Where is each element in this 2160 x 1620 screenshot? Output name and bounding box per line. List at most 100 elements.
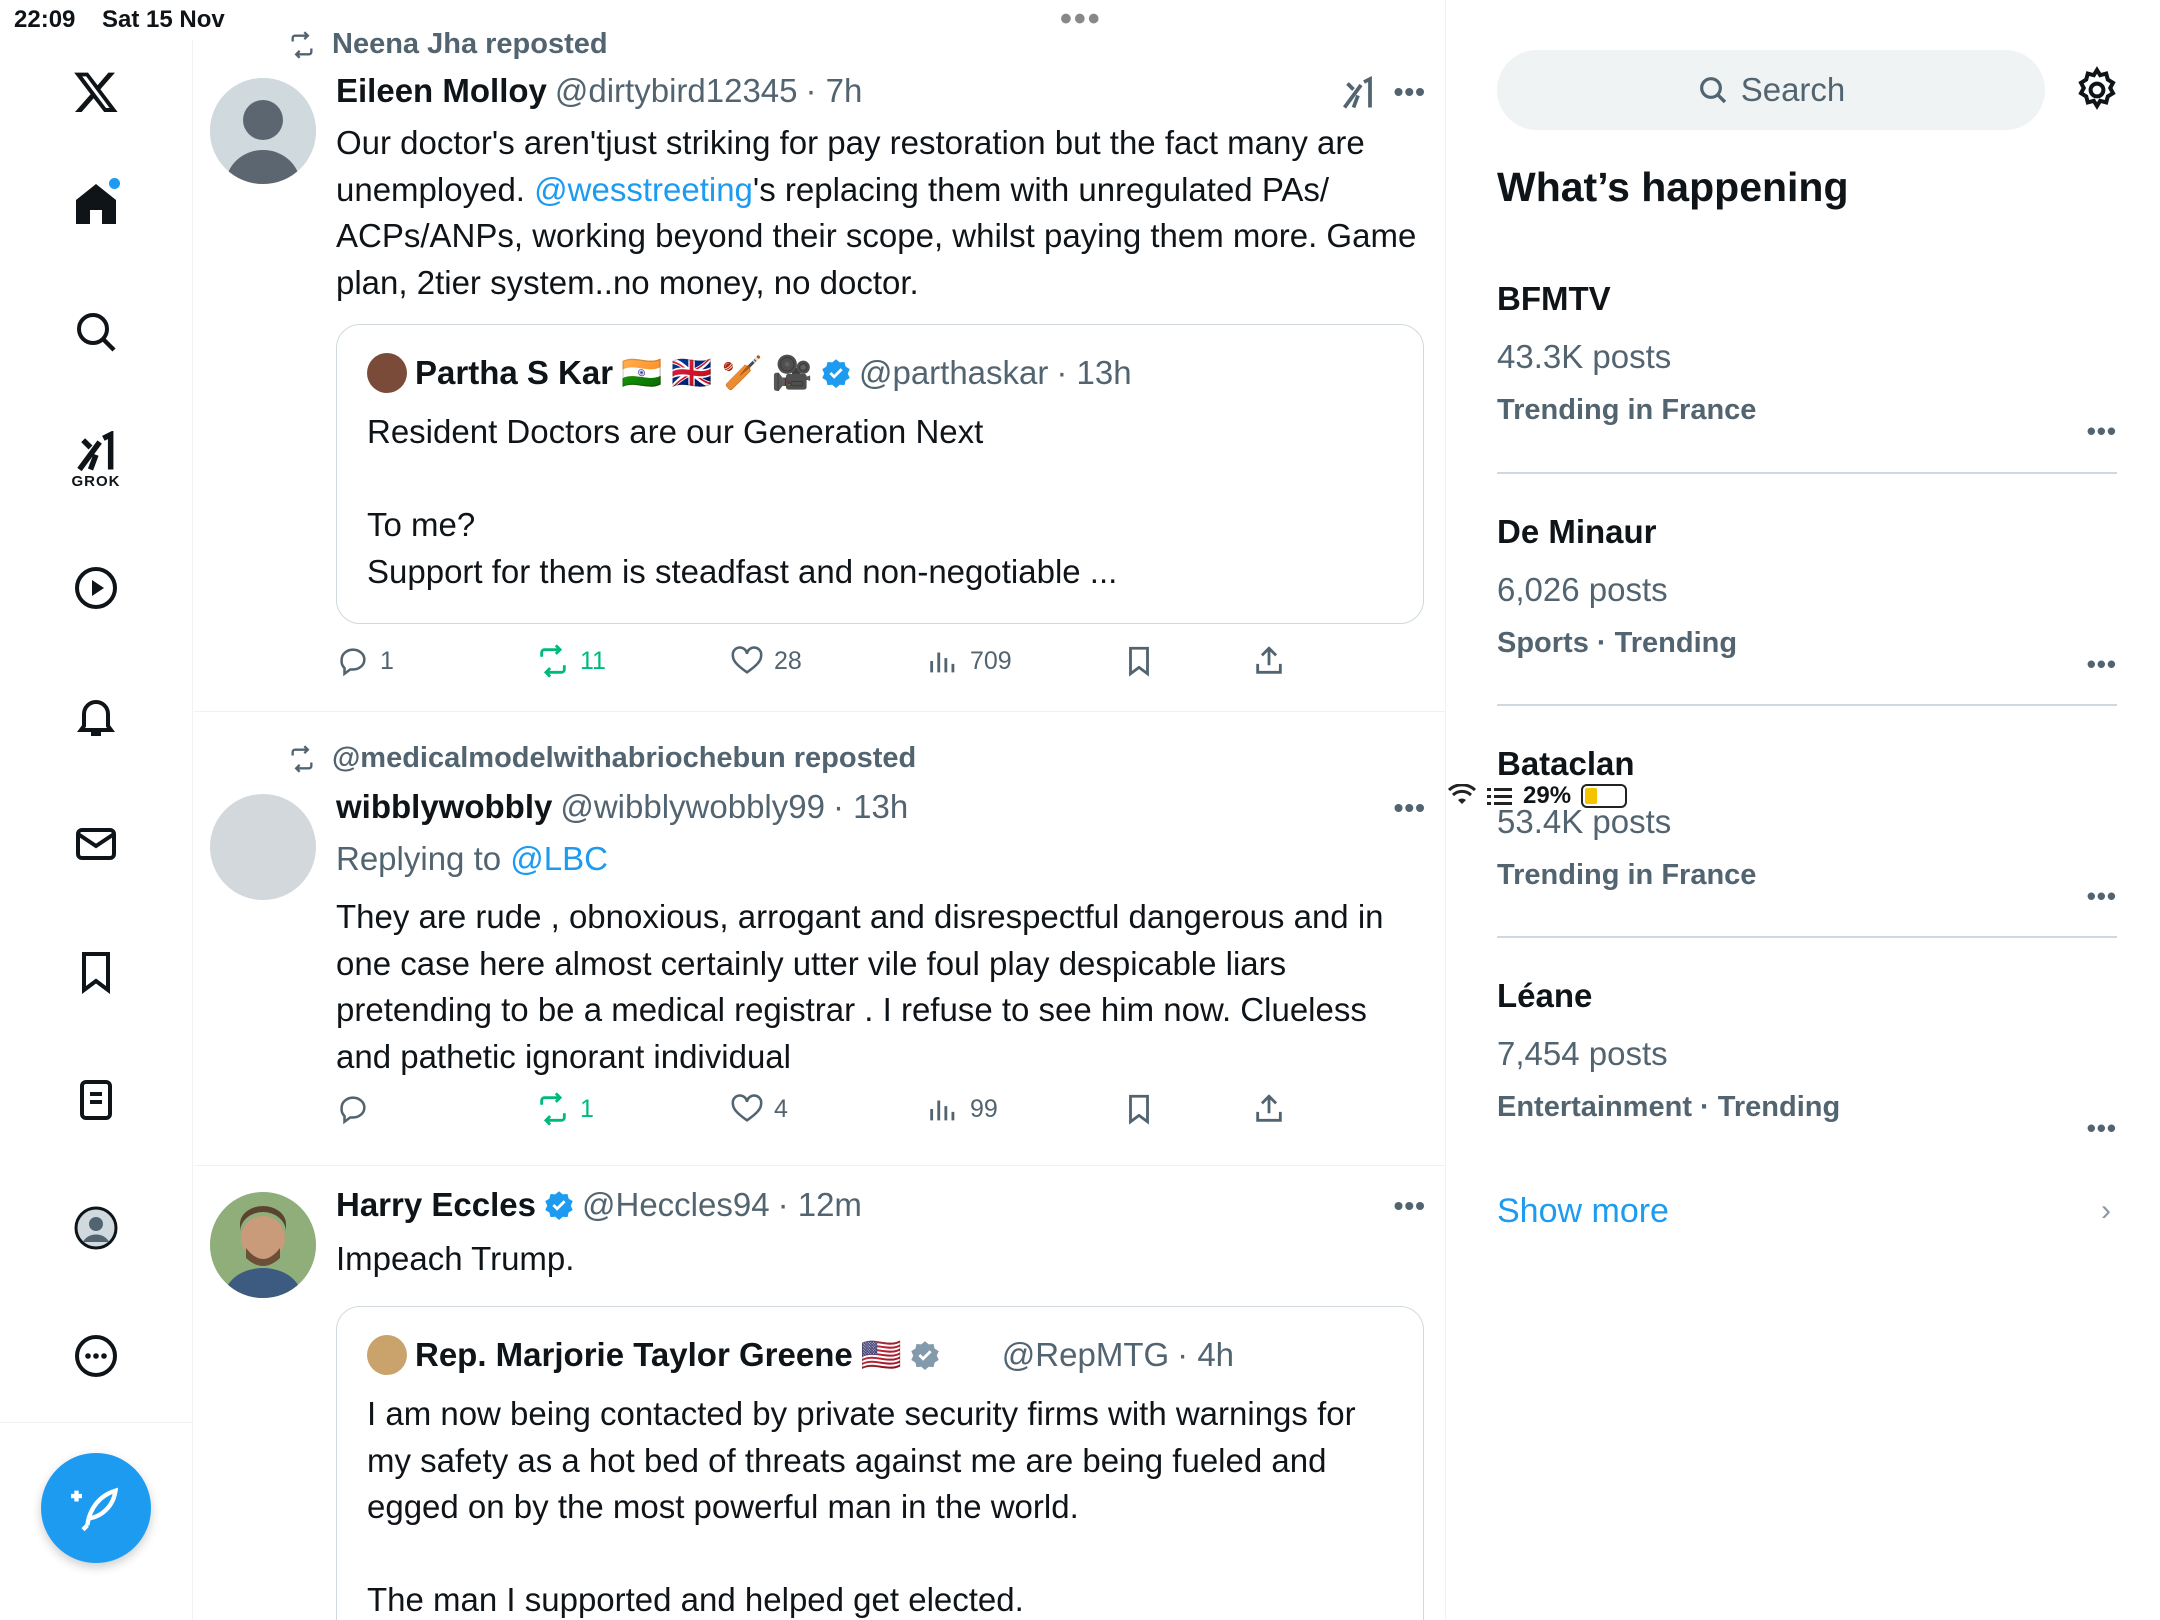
trend-item[interactable]: De Minaur 6,026 posts Sports · Trending …: [1497, 513, 2117, 679]
replying-to: Replying to @LBC: [336, 836, 1426, 883]
quoted-post[interactable]: Rep. Marjorie Taylor Greene 🇺🇸 @RepMTG ·…: [336, 1306, 1424, 1620]
like-button[interactable]: 4: [730, 1092, 788, 1126]
repost-button[interactable]: 11: [536, 644, 606, 678]
post-time[interactable]: · 13h: [833, 788, 908, 826]
replying-to-link[interactable]: @LBC: [510, 840, 608, 877]
repost-by-label[interactable]: Neena Jha reposted: [332, 28, 608, 61]
side-nav: GROK: [0, 40, 193, 1620]
quote-header: Partha S Kar 🇮🇳 🇬🇧 🏏 🎥 @parthaskar · 13h: [367, 353, 1132, 393]
like-button[interactable]: 28: [730, 644, 802, 678]
post-time[interactable]: · 7h: [806, 72, 863, 110]
gear-icon[interactable]: [2073, 66, 2121, 114]
more-options-icon[interactable]: •••: [2087, 1113, 2117, 1144]
show-more-link[interactable]: Show more: [1497, 1192, 1669, 1231]
nav-divider: [0, 1422, 193, 1423]
quote-time: · 4h: [1177, 1336, 1235, 1373]
quote-header: Rep. Marjorie Taylor Greene 🇺🇸 @RepMTG ·…: [367, 1335, 1234, 1375]
author-handle[interactable]: @Heccles94: [582, 1186, 770, 1224]
trend-divider: [1497, 936, 2117, 938]
post-eileen-molloy[interactable]: Neena Jha reposted Eileen Molloy @dirtyb…: [194, 0, 1445, 712]
trend-item[interactable]: Léane 7,454 posts Entertainment · Trendi…: [1497, 977, 2117, 1143]
share-icon: [1256, 646, 1282, 674]
bell-icon[interactable]: [60, 680, 132, 752]
whats-happening-heading: What’s happening: [1497, 164, 1849, 210]
post-harry-eccles[interactable]: Harry Eccles @Heccles94 · 12m ••• Impeac…: [194, 1166, 1445, 1620]
bookmark-button[interactable]: [1122, 644, 1156, 678]
like-count: 4: [774, 1094, 788, 1123]
reply-button[interactable]: [336, 1092, 380, 1126]
share-icon: [1256, 1094, 1282, 1122]
repost-button[interactable]: 1: [536, 1092, 594, 1126]
bookmark-icon[interactable]: [60, 936, 132, 1008]
author-handle[interactable]: @wibblywobbly99: [560, 788, 825, 826]
trend-name: BFMTV: [1497, 280, 1611, 317]
more-options-icon[interactable]: •••: [2087, 416, 2117, 447]
views-button[interactable]: 709: [926, 644, 1012, 678]
profile-avatar-icon[interactable]: [60, 1192, 132, 1264]
avatar[interactable]: [210, 78, 316, 184]
lists-icon[interactable]: [60, 1064, 132, 1136]
chevron-right-icon[interactable]: ›: [2101, 1194, 2111, 1228]
author-handle[interactable]: @dirtybird12345: [555, 72, 798, 110]
mention-link[interactable]: @wesstreeting: [534, 171, 753, 208]
reply-button[interactable]: 1: [336, 644, 394, 678]
more-options-icon[interactable]: •••: [2087, 649, 2117, 680]
quote-handle: @parthaskar: [858, 354, 1049, 391]
more-options-icon[interactable]: •••: [2087, 881, 2117, 912]
repost-icon: [540, 644, 566, 678]
author-name[interactable]: Harry Eccles: [336, 1186, 536, 1224]
trend-posts: 7,454 posts: [1497, 1035, 1668, 1072]
repost-by-label[interactable]: @medicalmodelwithabriochebun reposted: [332, 742, 916, 775]
search-input[interactable]: Search: [1497, 50, 2045, 130]
like-count: 28: [774, 646, 802, 675]
trend-item[interactable]: Bataclan 53.4K posts Trending in France …: [1497, 745, 2117, 911]
video-play-icon[interactable]: [60, 552, 132, 624]
views-chart-icon: [930, 652, 955, 673]
grok-explain-icon[interactable]: [1340, 76, 1376, 112]
post-time[interactable]: · 12m: [778, 1186, 862, 1224]
grok-icon[interactable]: GROK: [60, 424, 132, 496]
more-options-icon[interactable]: •••: [1394, 76, 1426, 108]
author-name[interactable]: wibblywobbly: [336, 788, 552, 826]
reply-count: 1: [380, 646, 394, 675]
home-icon[interactable]: [60, 168, 132, 240]
repost-count: 11: [580, 646, 606, 675]
more-circle-icon[interactable]: [60, 1320, 132, 1392]
author-name[interactable]: Eileen Molloy: [336, 72, 547, 110]
trend-divider: [1497, 472, 2117, 474]
share-button[interactable]: [1252, 1092, 1286, 1126]
avatar[interactable]: [210, 1192, 316, 1298]
quote-emojis: 🇮🇳 🇬🇧 🏏 🎥: [621, 353, 813, 391]
verified-badge-icon: [545, 1191, 573, 1220]
views-button[interactable]: 99: [926, 1092, 998, 1126]
share-button[interactable]: [1252, 644, 1286, 678]
trend-name: Léane: [1497, 977, 1593, 1014]
quote-time: · 13h: [1056, 354, 1132, 391]
mail-icon[interactable]: [60, 808, 132, 880]
post-header: Eileen Molloy @dirtybird12345 · 7h: [336, 72, 862, 110]
replying-prefix: Replying to: [336, 840, 511, 877]
more-options-icon[interactable]: •••: [1394, 1190, 1426, 1222]
quote-line: Support for them is steadfast and non-ne…: [367, 552, 1118, 590]
x-logo-icon[interactable]: [60, 56, 132, 128]
quote-text: I am now being contacted by private secu…: [367, 1391, 1397, 1620]
quoted-post[interactable]: Partha S Kar 🇮🇳 🇬🇧 🏏 🎥 @parthaskar · 13h…: [336, 324, 1424, 624]
trend-item[interactable]: BFMTV 43.3K posts Trending in France •••: [1497, 280, 2117, 446]
trend-context: Trending in France: [1497, 859, 1757, 891]
home-notification-dot: [109, 178, 120, 189]
compose-post-button[interactable]: [41, 1453, 151, 1563]
quote-handle: @RepMTG: [1001, 1336, 1170, 1373]
quote-author-name: Rep. Marjorie Taylor Greene: [415, 1336, 853, 1373]
more-options-icon[interactable]: •••: [1394, 792, 1426, 824]
search-icon[interactable]: [60, 296, 132, 368]
post-wibblywobbly[interactable]: @medicalmodelwithabriochebun reposted wi…: [194, 712, 1445, 1166]
post-text: Our doctor's aren'tjust striking for pay…: [336, 120, 1426, 306]
quote-emojis: 🇺🇸: [860, 1335, 902, 1373]
trend-name: Bataclan: [1497, 745, 1635, 782]
avatar[interactable]: [210, 794, 316, 900]
quote-text: Resident Doctors are our Generation Next…: [367, 409, 1397, 595]
trend-divider: [1497, 704, 2117, 706]
bookmark-button[interactable]: [1122, 1092, 1156, 1126]
trend-context: Sports · Trending: [1497, 627, 1738, 659]
verified-badge-icon: [822, 359, 850, 388]
